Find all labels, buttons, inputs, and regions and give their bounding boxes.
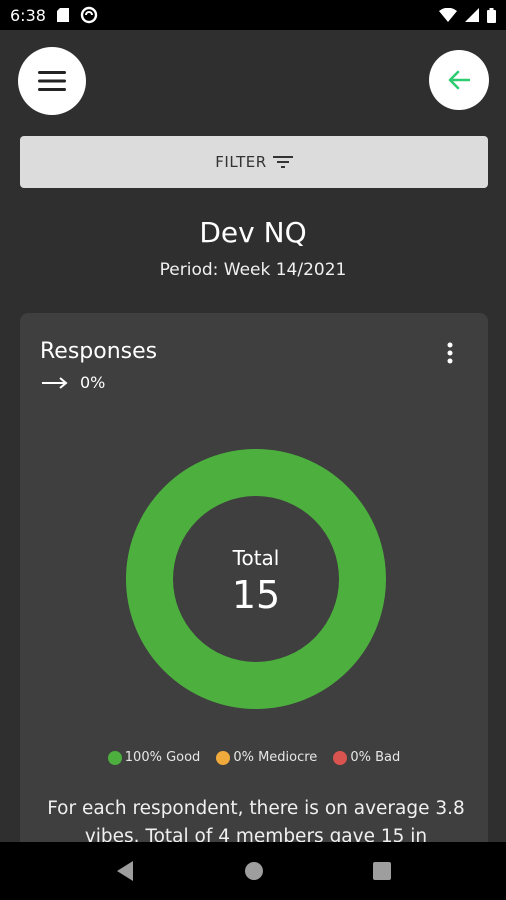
- status-left: 6:38: [10, 6, 98, 25]
- more-vertical-icon[interactable]: [440, 341, 460, 365]
- filter-button[interactable]: FILTER: [20, 136, 488, 188]
- trend-value: 0%: [80, 373, 106, 392]
- status-right: [439, 7, 496, 23]
- card-title: Responses: [40, 339, 158, 364]
- hamburger-menu-icon: [38, 71, 66, 91]
- donut-center-label: Total: [232, 546, 280, 570]
- page-title: Dev NQ: [199, 216, 307, 249]
- sync-icon: [80, 6, 98, 24]
- legend-dot-bad: [333, 750, 348, 765]
- battery-icon: [487, 7, 496, 23]
- legend-label-mediocre: 0% Mediocre: [233, 750, 318, 765]
- arrow-left-icon: [448, 70, 470, 90]
- clock: 6:38: [10, 5, 46, 25]
- chart-legend: 100% Good 0% Mediocre 0% Bad: [20, 750, 488, 765]
- navigation-bar: [0, 842, 506, 900]
- trend-row: 0%: [42, 373, 105, 392]
- back-button[interactable]: [429, 50, 489, 110]
- filter-lines-icon: [272, 156, 293, 168]
- period-label: Period: Week 14/2021: [159, 260, 347, 280]
- wifi-icon: [439, 8, 457, 22]
- legend-dot-mediocre: [216, 750, 231, 765]
- status-bar: 6:38: [0, 0, 506, 30]
- legend-dot-good: [107, 750, 122, 765]
- legend-item-mediocre: 0% Mediocre: [216, 750, 317, 765]
- filter-label: FILTER: [215, 153, 267, 171]
- legend-label-bad: 0% Bad: [350, 750, 401, 765]
- legend-item-bad: 0% Bad: [333, 750, 400, 765]
- responses-card: Responses 0% Total 15 100% Good 0% Medio…: [20, 313, 488, 873]
- nav-home-icon[interactable]: [244, 861, 264, 881]
- arrow-right-icon: [42, 376, 68, 389]
- menu-button[interactable]: [18, 47, 86, 115]
- signal-icon: [465, 8, 479, 22]
- legend-label-good: 100% Good: [124, 750, 201, 765]
- legend-item-good: 100% Good: [107, 750, 201, 765]
- donut-center-value: 15: [232, 573, 280, 617]
- nav-back-icon[interactable]: [115, 860, 135, 882]
- nav-recents-icon[interactable]: [373, 862, 392, 880]
- donut-chart: Total 15: [126, 449, 386, 709]
- sd-card-icon: [56, 8, 69, 22]
